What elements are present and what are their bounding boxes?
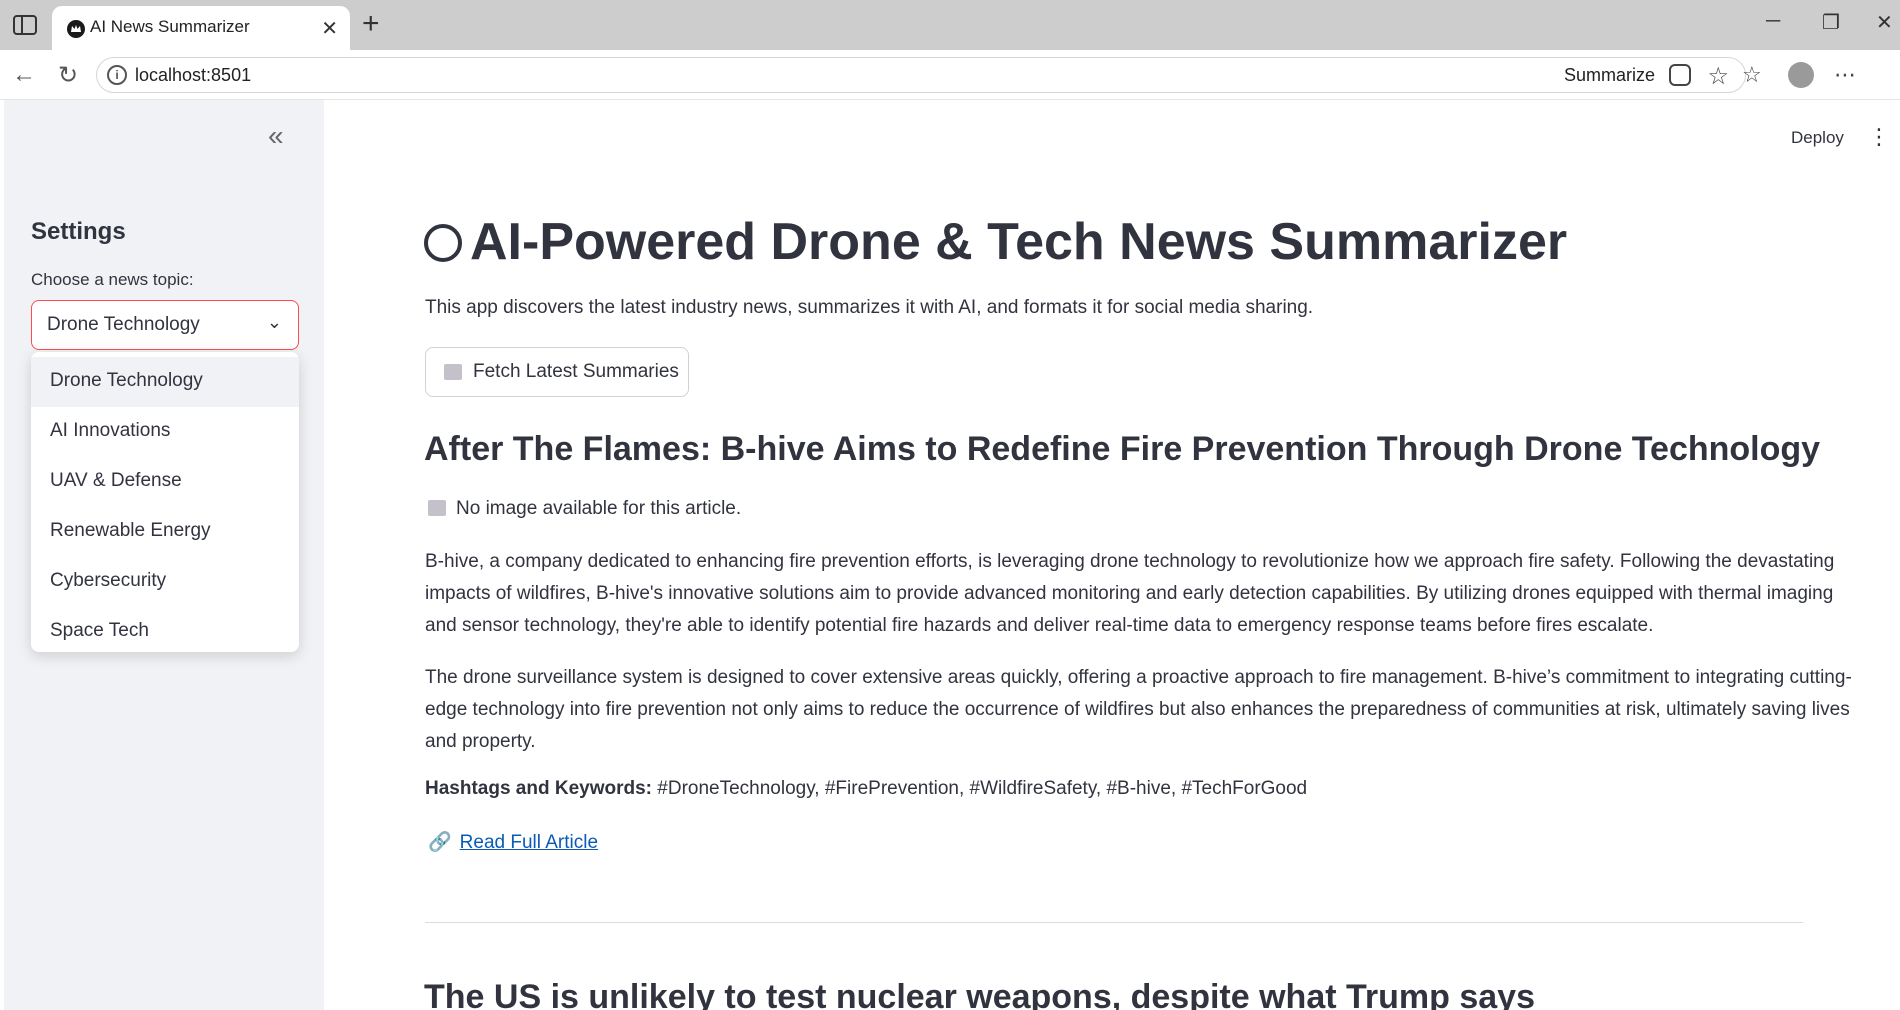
article-paragraph: The drone surveillance system is designe… (425, 667, 1852, 752)
no-image-text: No image available for this article. (456, 498, 742, 519)
site-info-icon[interactable]: i (107, 65, 127, 85)
deploy-button[interactable]: Deploy (1791, 128, 1844, 148)
topic-dropdown-menu: Drone Technology AI Innovations UAV & De… (31, 352, 299, 652)
tab-title: AI News Summarizer (90, 17, 250, 36)
tab-strip: AI News Summarizer ✕ + ─ ❐ ✕ (0, 0, 1900, 50)
sidebar-title: Settings (31, 218, 126, 245)
hashtags-value: #DroneTechnology, #FirePrevention, #Wild… (657, 778, 1308, 799)
url-text: localhost:8501 (135, 65, 252, 85)
newspaper-icon (428, 500, 446, 516)
collapse-sidebar-icon[interactable]: « (268, 120, 284, 152)
link-icon: 🔗 (428, 832, 452, 853)
browser-window: AI News Summarizer ✕ + ─ ❐ ✕ ← ↻ i local… (0, 0, 1900, 1010)
read-full-article-link[interactable]: Read Full Article (460, 832, 598, 853)
topic-option[interactable]: Renewable Energy (31, 507, 299, 557)
favorite-star-icon[interactable]: ☆ (1707, 62, 1729, 91)
browser-tab[interactable]: AI News Summarizer ✕ (52, 6, 350, 50)
article-paragraph: B-hive, a company dedicated to enhancing… (425, 551, 1835, 636)
fetch-summaries-button[interactable]: Fetch Latest Summaries (425, 347, 689, 397)
copilot-summarize-icon[interactable] (1669, 64, 1691, 86)
page-title: AI-Powered Drone & Tech News Summarizer (470, 213, 1568, 271)
back-icon[interactable]: ← (12, 61, 36, 89)
selected-topic: Drone Technology (47, 314, 200, 335)
no-image-notice: No image available for this article. (428, 498, 741, 520)
new-tab-icon[interactable]: + (362, 9, 380, 39)
topic-option[interactable]: UAV & Defense (31, 457, 299, 507)
summarize-button[interactable]: Summarize (1564, 65, 1655, 86)
newspaper-icon (444, 364, 462, 380)
address-bar[interactable]: i localhost:8501 Summarize ☆ (96, 57, 1746, 93)
close-tab-icon[interactable]: ✕ (321, 16, 338, 41)
read-more-row: 🔗 Read Full Article (428, 830, 598, 854)
close-window-icon[interactable]: ✕ (1876, 10, 1893, 35)
favorites-icon[interactable]: ☆ (1742, 62, 1762, 88)
article-title: After The Flames: B-hive Aims to Redefin… (424, 430, 1821, 468)
topic-label: Choose a news topic: (31, 270, 194, 289)
hashtags-label: Hashtags and Keywords: (425, 778, 652, 799)
page-title-row: AI-Powered Drone & Tech News Summarizer (424, 212, 1567, 272)
more-menu-icon[interactable]: ⋯ (1834, 62, 1856, 88)
chevron-down-icon: ⌄ (266, 312, 282, 332)
app-description: This app discovers the latest industry n… (425, 297, 1314, 318)
main-content: Deploy ⋮ AI-Powered Drone & Tech News Su… (324, 100, 1900, 1010)
reload-icon[interactable]: ↻ (58, 61, 78, 90)
divider (425, 922, 1803, 923)
app-menu-icon[interactable]: ⋮ (1868, 124, 1890, 150)
sidebar: « Settings Choose a news topic: Drone Te… (4, 100, 324, 1010)
address-toolbar: ← ↻ i localhost:8501 Summarize ☆ ☆ ⋯ (0, 50, 1900, 100)
sidebar-toggle-icon[interactable] (12, 13, 38, 37)
article-title: The US is unlikely to test nuclear weapo… (424, 978, 1535, 1010)
topic-option[interactable]: Drone Technology (31, 357, 299, 407)
streamlit-crown-icon (67, 20, 85, 38)
topic-option[interactable]: Cybersecurity (31, 557, 299, 607)
topic-option[interactable]: Space Tech (31, 607, 299, 657)
topic-option[interactable]: AI Innovations (31, 407, 299, 457)
restore-icon[interactable]: ❐ (1822, 10, 1840, 35)
robot-face-icon (424, 224, 462, 262)
hashtags-line: Hashtags and Keywords: #DroneTechnology,… (425, 778, 1307, 800)
profile-avatar[interactable] (1788, 62, 1814, 88)
topic-select[interactable]: Drone Technology ⌄ (31, 300, 299, 350)
minimize-icon[interactable]: ─ (1766, 10, 1780, 33)
fetch-button-label: Fetch Latest Summaries (473, 361, 679, 382)
